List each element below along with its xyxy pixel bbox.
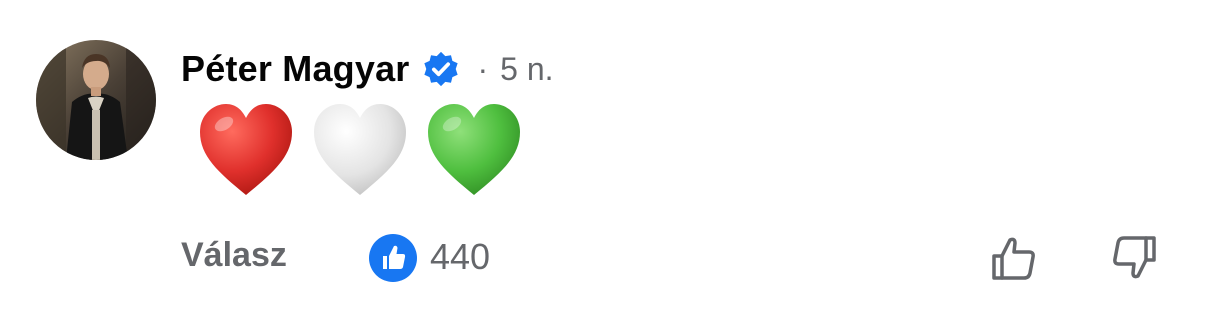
verified-badge-icon <box>423 51 458 87</box>
comment-timestamp[interactable]: 5 n. <box>500 51 553 88</box>
avatar[interactable] <box>36 40 156 160</box>
thumbs-up-icon[interactable] <box>988 232 1040 284</box>
comment-body <box>196 100 524 200</box>
green-heart-icon <box>428 104 520 195</box>
like-reaction-icon[interactable] <box>368 233 418 283</box>
like-count[interactable]: 440 <box>430 236 490 278</box>
author-name[interactable]: Péter Magyar <box>181 48 410 90</box>
white-heart-icon <box>314 104 406 195</box>
comment: Péter Magyar · 5 n. Válasz 440 <box>0 0 1206 316</box>
reply-button[interactable]: Válasz <box>181 236 287 275</box>
avatar-image <box>36 40 156 160</box>
red-heart-icon <box>200 104 292 195</box>
header-separator: · <box>477 50 489 87</box>
thumbs-down-icon[interactable] <box>1108 232 1160 284</box>
comment-header: Péter Magyar · 5 n. <box>181 46 554 92</box>
